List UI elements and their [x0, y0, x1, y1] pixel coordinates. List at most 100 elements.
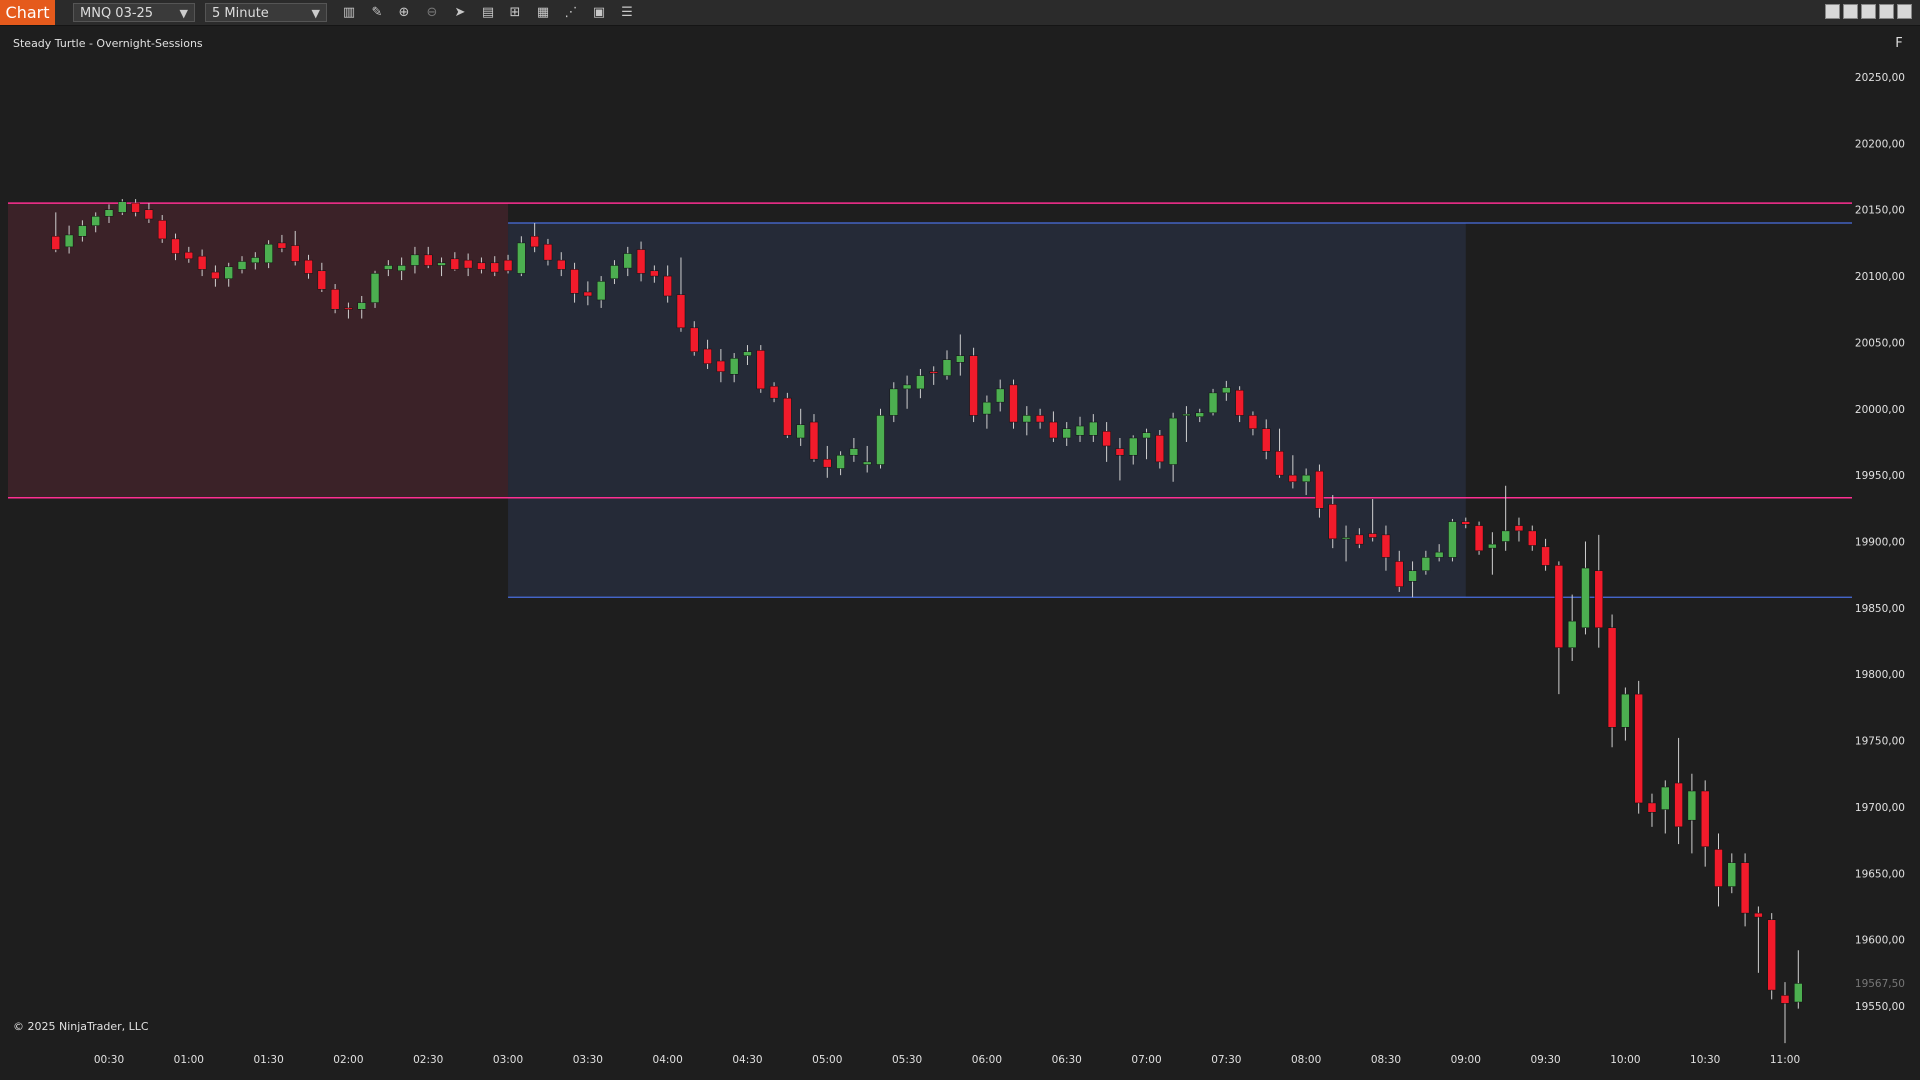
candle-body: [1395, 561, 1404, 587]
candle-body: [1009, 384, 1018, 423]
candle-body: [1474, 525, 1484, 552]
session-zone-overnight: [8, 203, 509, 498]
candle-body: [1621, 693, 1630, 728]
candle-body: [862, 461, 872, 465]
candle-body: [144, 209, 154, 220]
copyright-text: © 2025 NinjaTrader, LLC: [13, 1020, 149, 1033]
candle-body: [1700, 790, 1710, 847]
y-tick-label: 19900,00: [1855, 537, 1905, 549]
candle-body: [1155, 435, 1165, 463]
candle-body: [1142, 432, 1151, 439]
candle-body: [251, 257, 260, 264]
candle-body: [1687, 790, 1697, 821]
candle-body: [1062, 428, 1071, 439]
candle-body: [729, 358, 739, 375]
candle-body: [304, 259, 313, 274]
candle-body: [1222, 387, 1231, 394]
candle-body: [1341, 537, 1351, 540]
candle-body: [1794, 983, 1803, 1003]
candle-body: [676, 294, 686, 329]
candle-body: [809, 421, 819, 460]
candle-body: [1554, 565, 1564, 648]
candle-body: [836, 454, 845, 469]
f-button[interactable]: F: [1888, 34, 1910, 54]
y-tick-label: 20050,00: [1855, 337, 1905, 349]
candle-body: [517, 242, 526, 274]
candle-body: [663, 275, 672, 297]
y-tick-label: 19600,00: [1855, 935, 1905, 947]
candle-body: [623, 253, 633, 269]
candle-body: [224, 266, 233, 279]
candle-body: [636, 249, 646, 274]
candle-body: [344, 307, 353, 310]
candle-body: [1128, 437, 1138, 456]
candle-body: [796, 424, 805, 439]
x-tick-label: 11:00: [1770, 1054, 1800, 1066]
candle-body: [397, 265, 406, 272]
candle-body: [1328, 504, 1337, 540]
candle-body: [1594, 570, 1604, 629]
candle-body: [91, 216, 100, 226]
candle-body: [1408, 570, 1417, 582]
candle-body: [1355, 534, 1364, 545]
candle-body: [370, 273, 380, 303]
candle-body: [1421, 557, 1431, 571]
y-tick-label: 20150,00: [1855, 205, 1905, 217]
x-tick-label: 01:30: [253, 1054, 283, 1066]
candle-body: [1261, 428, 1271, 452]
candle-body: [743, 351, 752, 356]
x-tick-label: 10:30: [1690, 1054, 1720, 1066]
y-tick-label: 19700,00: [1855, 802, 1905, 814]
x-tick-label: 01:00: [174, 1054, 204, 1066]
current-price-label: 19567,50: [1855, 978, 1905, 990]
candle-body: [277, 242, 287, 249]
candle-body: [1647, 802, 1657, 813]
candle-body: [703, 348, 712, 364]
candle-body: [530, 236, 539, 248]
candle-body: [118, 201, 127, 213]
x-tick-label: 07:00: [1131, 1054, 1161, 1066]
candle-body: [1567, 620, 1577, 648]
candle-body: [1195, 412, 1204, 417]
candle-body: [1182, 413, 1191, 416]
candle-body: [889, 388, 899, 416]
candle-body: [1235, 389, 1244, 416]
candle-body: [1607, 627, 1617, 728]
candle-body: [543, 243, 553, 261]
y-tick-label: 20200,00: [1855, 138, 1905, 150]
y-tick-label: 19650,00: [1855, 868, 1905, 880]
x-tick-label: 08:00: [1291, 1054, 1321, 1066]
x-tick-label: 09:30: [1530, 1054, 1560, 1066]
price-chart[interactable]: 20250,00 20200,00 20150,00 20100,00 20050,00…: [0, 0, 1920, 1080]
candle-body: [171, 238, 180, 254]
candle-body: [490, 262, 499, 273]
candle-body: [1075, 425, 1085, 436]
candle-body: [330, 289, 340, 310]
x-tick-label: 00:30: [94, 1054, 124, 1066]
candle-body: [1448, 521, 1457, 558]
candle-body: [1661, 786, 1670, 810]
candle-body: [463, 259, 473, 269]
candle-body: [995, 388, 1005, 403]
candle-body: [1049, 421, 1058, 439]
candle-body: [1208, 392, 1218, 414]
candle-body: [769, 385, 779, 399]
candle-body: [1022, 415, 1032, 423]
candle-body: [423, 254, 433, 266]
candle-body: [290, 245, 300, 262]
candle-body: [1727, 862, 1737, 887]
candle-body: [956, 355, 965, 363]
candle-body: [197, 255, 207, 270]
candle-body: [1541, 546, 1550, 566]
candle-body: [1248, 415, 1258, 429]
candle-body: [902, 384, 912, 390]
candle-body: [1368, 533, 1377, 538]
y-tick-label: 19550,00: [1855, 1001, 1905, 1013]
candle-body: [64, 234, 74, 248]
candle-body: [1315, 470, 1324, 509]
x-tick-label: 07:30: [1211, 1054, 1241, 1066]
x-tick-label: 08:30: [1371, 1054, 1401, 1066]
candle-body: [1301, 474, 1311, 483]
x-tick-label: 06:00: [972, 1054, 1002, 1066]
candle-body: [1488, 543, 1497, 549]
